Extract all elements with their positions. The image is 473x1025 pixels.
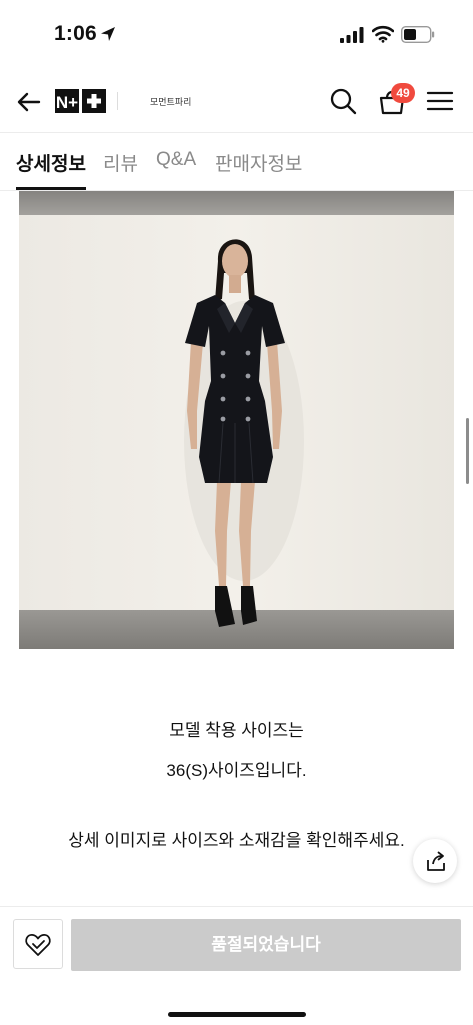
share-icon bbox=[427, 851, 445, 871]
nplus-logo[interactable]: N+ bbox=[55, 87, 107, 115]
detail-image-note: 상세 이미지로 사이즈와 소재감을 확인해주세요. bbox=[68, 831, 405, 850]
tab-details[interactable]: 상세정보 bbox=[16, 149, 86, 176]
model-size-text-line2: 36(S)사이즈입니다. bbox=[166, 761, 307, 780]
brand-name[interactable]: 모먼트파리 bbox=[150, 95, 191, 108]
scrollbar[interactable] bbox=[466, 418, 469, 484]
location-arrow-icon bbox=[101, 27, 115, 41]
battery-icon bbox=[401, 26, 435, 43]
logo-letter: N+ bbox=[56, 93, 78, 112]
product-tabs: 상세정보 리뷰 Q&A 판매자정보 bbox=[0, 132, 473, 191]
back-arrow-icon[interactable] bbox=[14, 87, 44, 117]
cart-count-badge: 49 bbox=[391, 83, 415, 103]
sold-out-button[interactable]: 품절되었습니다 bbox=[71, 919, 461, 971]
cellular-signal-icon bbox=[340, 27, 364, 43]
status-time: 1:06 bbox=[54, 22, 97, 45]
tab-reviews[interactable]: 리뷰 bbox=[103, 149, 138, 176]
tab-qna[interactable]: Q&A bbox=[156, 149, 196, 171]
logo-divider bbox=[117, 92, 118, 110]
share-button[interactable] bbox=[413, 839, 457, 883]
product-detail-image bbox=[19, 191, 454, 649]
tab-seller-info[interactable]: 판매자정보 bbox=[215, 149, 302, 176]
wifi-icon bbox=[372, 25, 394, 43]
menu-icon[interactable] bbox=[426, 89, 454, 113]
home-indicator bbox=[168, 1012, 306, 1017]
model-size-text-line1: 모델 착용 사이즈는 bbox=[169, 721, 304, 740]
status-bar: 1:06 bbox=[0, 0, 473, 70]
search-icon[interactable] bbox=[328, 86, 358, 116]
heart-check-icon bbox=[25, 934, 51, 956]
wishlist-button[interactable] bbox=[13, 919, 63, 969]
active-tab-underline bbox=[16, 187, 86, 190]
bottom-action-bar: 품절되었습니다 bbox=[0, 906, 473, 1025]
